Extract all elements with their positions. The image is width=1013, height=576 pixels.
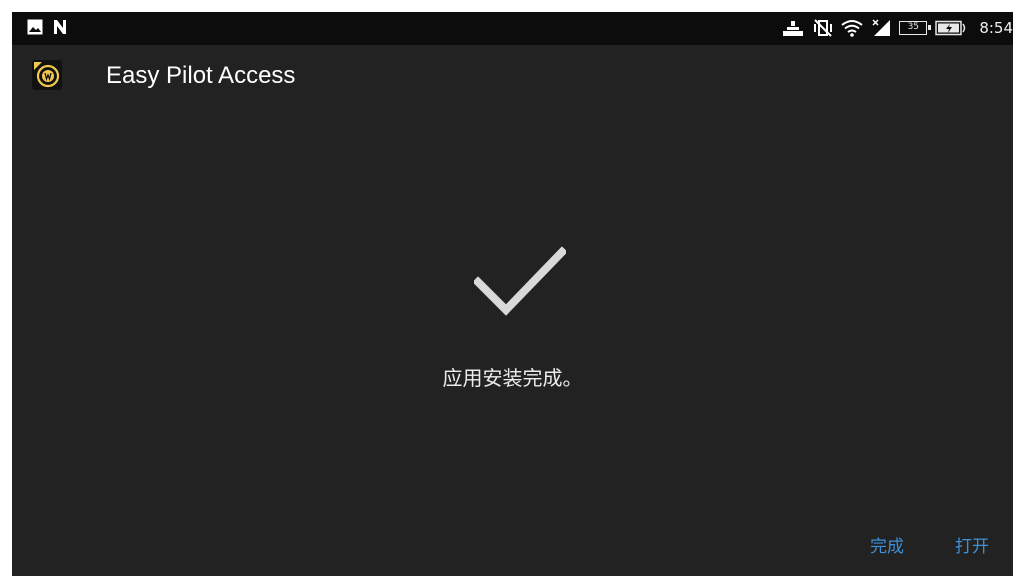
done-button[interactable]: 完成	[864, 528, 910, 561]
status-bar: 35 8:54	[12, 12, 1013, 45]
battery-level: 35	[907, 22, 920, 32]
vibrate-off-icon	[814, 19, 833, 37]
app-logo-icon	[32, 60, 62, 90]
open-button[interactable]: 打开	[949, 528, 995, 561]
nfc-n-icon	[54, 20, 66, 34]
status-bar-left	[27, 19, 68, 35]
status-bar-right: 35 8:54	[781, 16, 1013, 40]
wifi-icon	[841, 20, 863, 37]
status-time: 8:54	[979, 19, 1013, 37]
signal-icon	[872, 19, 891, 36]
app-title: Easy Pilot Access	[106, 62, 296, 89]
image-icon	[27, 19, 43, 35]
install-complete-message: 应用安装完成。	[442, 366, 583, 390]
battery-charging-icon	[935, 20, 966, 36]
battery-icon: 35	[899, 21, 932, 35]
install-complete-screen: 35 8:54 Easy Pilot Access 应用安装完成。 完成 打开	[12, 12, 1013, 576]
download-tray-icon	[783, 21, 804, 36]
checkmark-icon	[474, 246, 566, 316]
